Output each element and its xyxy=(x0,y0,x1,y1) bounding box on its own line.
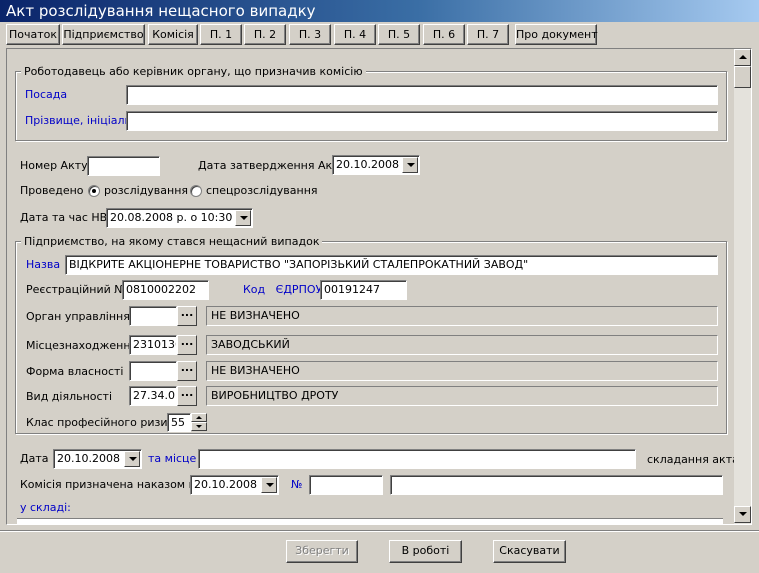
ownership-form-code-input[interactable] xyxy=(129,361,177,381)
ownership-form-lookup-button[interactable]: ... xyxy=(177,361,197,381)
scroll-up-icon[interactable] xyxy=(734,49,751,66)
activity-type-lookup-button[interactable]: ... xyxy=(177,386,197,406)
cancel-button[interactable]: Скасувати xyxy=(493,540,566,563)
ellipsis-icon: ... xyxy=(180,335,194,348)
position-input[interactable] xyxy=(126,85,718,105)
commission-members-table[interactable] xyxy=(17,518,723,524)
radio-special-investigation-label[interactable]: спецрозслідування xyxy=(206,184,318,198)
edrpou-code-label: Код ЄДРПОУ xyxy=(243,283,322,297)
tab-p3[interactable]: П. 3 xyxy=(289,24,331,45)
compose-act-label: складання акта xyxy=(647,453,739,466)
radio-investigation-label[interactable]: розслідування xyxy=(104,184,188,198)
compose-date-value: 20.10.2008 xyxy=(57,452,120,465)
commission-order-label: Комісія призначена наказом від xyxy=(20,478,206,491)
registration-number-label: Реєстраційний № xyxy=(26,283,126,296)
commission-order-date-value: 20.10.2008 xyxy=(194,478,257,491)
tab-about-document[interactable]: Про документ xyxy=(515,24,598,45)
enterprise-name-input[interactable]: ВІДКРИТЕ АКЦІОНЕРНЕ ТОВАРИСТВО "ЗАПОРІЗЬ… xyxy=(65,255,718,275)
conducted-label: Проведено xyxy=(20,184,84,197)
composition-label: у складі: xyxy=(20,501,71,514)
location-label: Місцезнаходження xyxy=(26,339,138,352)
ellipsis-icon: ... xyxy=(180,306,194,319)
management-body-code-input[interactable] xyxy=(129,306,177,326)
ellipsis-icon: ... xyxy=(180,386,194,399)
approval-date-picker[interactable]: 20.10.2008 xyxy=(332,155,420,175)
enterprise-group-legend: Підприємство, на якому стався нещасний в… xyxy=(21,235,323,248)
tab-p1[interactable]: П. 1 xyxy=(200,24,242,45)
tab-p7[interactable]: П. 7 xyxy=(467,24,509,45)
risk-class-input[interactable]: 55 xyxy=(167,413,191,432)
edrpou-word: ЄДРПОУ xyxy=(275,283,323,296)
position-label: Посада xyxy=(25,88,68,101)
scroll-thumb[interactable] xyxy=(734,66,751,88)
order-number-input[interactable] xyxy=(309,475,383,495)
location-text: ЗАВОДСЬКИЙ xyxy=(206,335,718,355)
activity-type-label: Вид діяльності xyxy=(26,390,113,403)
location-lookup-button[interactable]: ... xyxy=(177,335,197,355)
activity-type-code-input[interactable]: 27.34.0 xyxy=(129,386,177,406)
dropdown-arrow-icon[interactable] xyxy=(261,477,277,493)
management-body-text: НЕ ВИЗНАЧЕНО xyxy=(206,306,718,326)
tab-commission[interactable]: Комісія xyxy=(148,24,198,45)
name-initials-input[interactable] xyxy=(126,111,718,131)
approval-date-label: Дата затвердження Акту xyxy=(198,159,346,172)
order-number-sign: № xyxy=(291,478,303,491)
radio-special-investigation[interactable] xyxy=(190,185,202,197)
registration-number-input[interactable]: 0810002202 xyxy=(122,280,209,300)
enterprise-name-label: Назва xyxy=(26,258,61,271)
risk-class-label: Клас професійного ризику xyxy=(26,416,181,429)
save-button[interactable]: Зберегти xyxy=(286,540,358,563)
ownership-form-label: Форма власності xyxy=(26,365,124,378)
order-text-input[interactable] xyxy=(390,475,723,495)
tab-start[interactable]: Початок xyxy=(6,24,60,45)
place-label: та місце xyxy=(148,452,197,465)
footer-divider xyxy=(0,530,759,532)
compose-date-label: Дата xyxy=(20,452,49,465)
in-work-button[interactable]: В роботі xyxy=(389,540,462,563)
tab-p2[interactable]: П. 2 xyxy=(244,24,286,45)
ellipsis-icon: ... xyxy=(180,361,194,374)
name-initials-label: Прізвище, ініціали xyxy=(25,114,132,127)
edrpou-input[interactable]: 00191247 xyxy=(320,280,407,300)
window-title: Акт розслідування нещасного випадку xyxy=(6,2,316,20)
tab-p4[interactable]: П. 4 xyxy=(334,24,376,45)
ownership-form-text: НЕ ВИЗНАЧЕНО xyxy=(206,361,718,381)
management-body-label: Орган управління xyxy=(26,310,130,323)
approval-date-value: 20.10.2008 xyxy=(336,158,399,171)
compose-date-picker[interactable]: 20.10.2008 xyxy=(53,449,142,469)
risk-class-spinner[interactable] xyxy=(191,413,207,431)
management-body-lookup-button[interactable]: ... xyxy=(177,306,197,326)
tab-enterprise[interactable]: Підприємство xyxy=(62,24,145,45)
location-code-input[interactable]: 2310136 xyxy=(129,335,177,355)
tab-p6[interactable]: П. 6 xyxy=(423,24,465,45)
dropdown-arrow-icon[interactable] xyxy=(402,157,418,173)
employer-group-legend: Роботодавець або керівник органу, що при… xyxy=(21,65,366,78)
tab-p5[interactable]: П. 5 xyxy=(378,24,420,45)
activity-type-text: ВИРОБНИЦТВО ДРОТУ xyxy=(206,386,718,406)
spin-down-icon[interactable] xyxy=(191,422,207,431)
dropdown-arrow-icon[interactable] xyxy=(235,210,251,226)
form-panel: Роботодавець або керівник органу, що при… xyxy=(6,48,752,525)
tab-bar: Початок Підприємство Комісія П. 1 П. 2 П… xyxy=(0,22,759,46)
accident-datetime-value: 20.08.2008 р. о 10:30 xyxy=(110,211,233,224)
place-input[interactable] xyxy=(198,449,636,469)
radio-investigation[interactable] xyxy=(88,185,100,197)
accident-datetime-label: Дата та час НВ xyxy=(20,211,108,224)
dropdown-arrow-icon[interactable] xyxy=(124,451,140,467)
act-number-input[interactable] xyxy=(87,156,160,176)
spin-up-icon[interactable] xyxy=(191,413,207,422)
scroll-down-icon[interactable] xyxy=(734,506,751,523)
vertical-scrollbar[interactable] xyxy=(734,49,751,524)
act-number-label: Номер Акту xyxy=(20,159,88,172)
commission-order-date-picker[interactable]: 20.10.2008 xyxy=(190,475,279,495)
accident-datetime-picker[interactable]: 20.08.2008 р. о 10:30 xyxy=(106,208,253,228)
edrpou-code-word: Код xyxy=(243,283,266,296)
window-title-bar: Акт розслідування нещасного випадку xyxy=(0,0,759,22)
